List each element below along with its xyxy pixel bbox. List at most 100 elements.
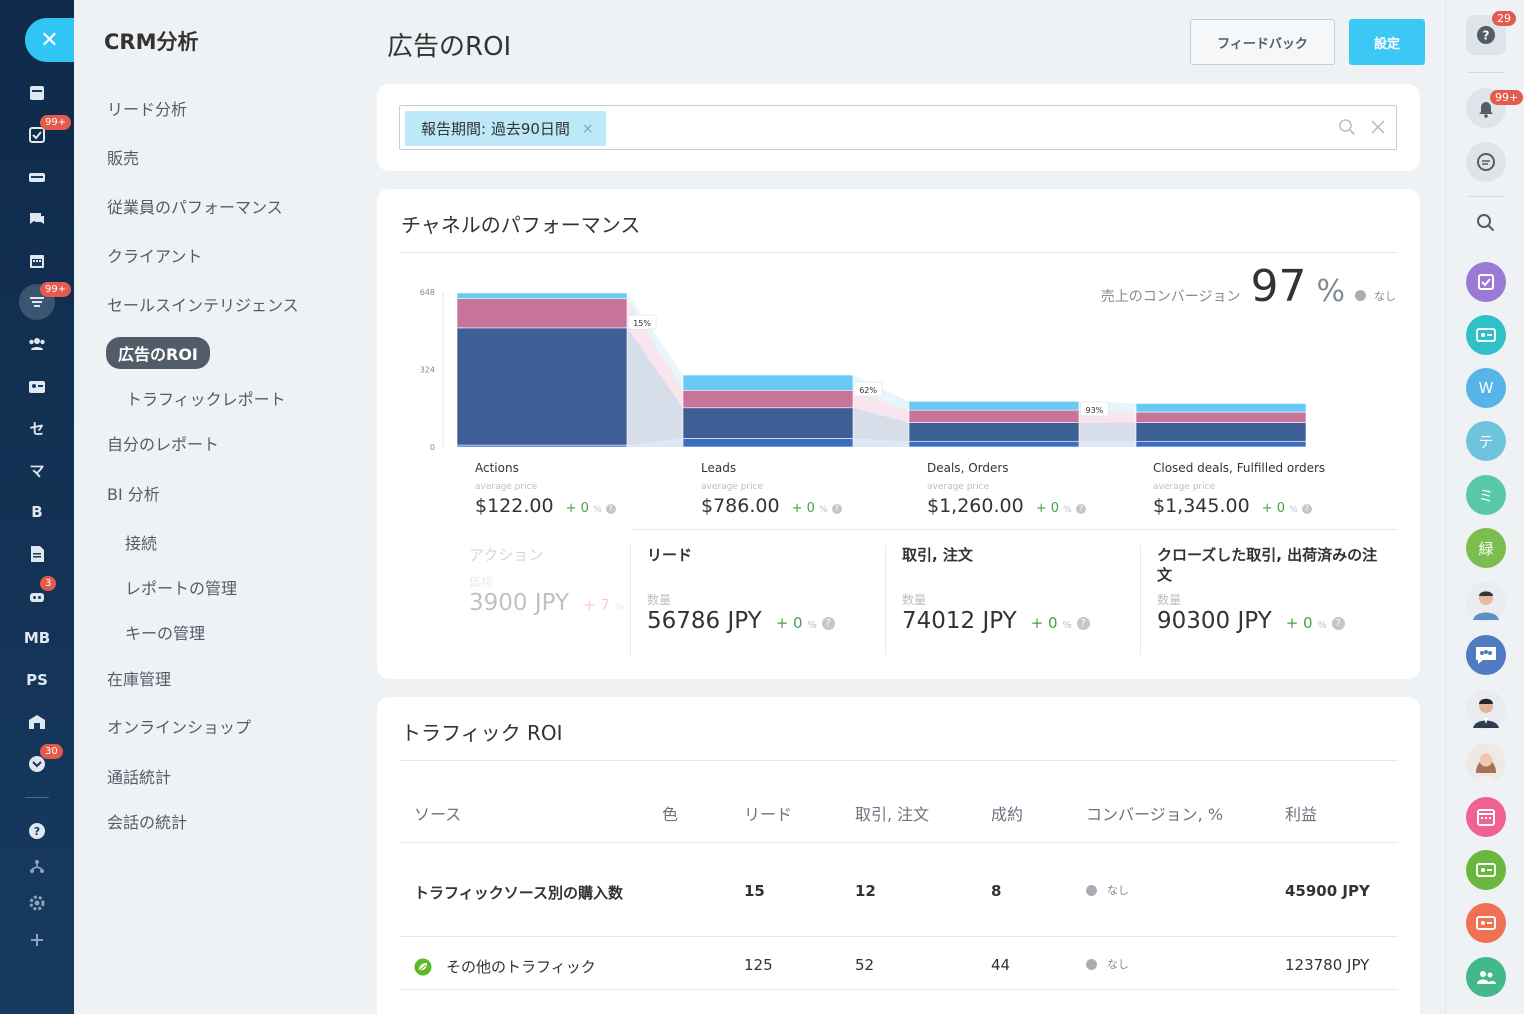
stage-price: $1,345.00: [1153, 495, 1250, 517]
rail-chat-group[interactable]: [1466, 635, 1506, 675]
stage-sub: average price: [1153, 482, 1216, 492]
group-chat-icon: [1476, 647, 1496, 664]
people-icon: [1477, 971, 1496, 984]
rail-item-contacts[interactable]: [0, 328, 74, 360]
help-icon[interactable]: ?: [831, 503, 842, 514]
plus-icon: [31, 934, 43, 946]
col-color[interactable]: 色: [662, 801, 678, 825]
rail-item-tasks[interactable]: 99+: [0, 115, 74, 151]
divider: [399, 842, 1398, 843]
rail-item-ps[interactable]: PS: [0, 664, 74, 696]
id-card-icon: [1476, 328, 1496, 342]
feedback-button[interactable]: フィードバック: [1190, 19, 1335, 65]
search-button[interactable]: [1466, 203, 1506, 243]
person-avatar-icon: [1466, 743, 1506, 783]
col-won[interactable]: 成約: [991, 801, 1023, 825]
rail-chat-midori[interactable]: 緑: [1466, 528, 1506, 568]
menu-item-clients[interactable]: クライアント: [107, 243, 202, 267]
close-menu-button[interactable]: ✕: [25, 18, 74, 62]
rail-item-mb[interactable]: MB: [0, 622, 74, 654]
col-leads[interactable]: リード: [744, 801, 792, 825]
help-icon[interactable]: ?: [1076, 617, 1090, 630]
col-profit[interactable]: 利益: [1285, 801, 1317, 825]
menu-item-inventory[interactable]: 在庫管理: [107, 666, 171, 690]
delta-unit: %: [1289, 505, 1298, 515]
rail-chat-card-green[interactable]: [1466, 850, 1506, 890]
rail-item-add[interactable]: [0, 924, 74, 956]
rail-chat-tasks[interactable]: [1466, 262, 1506, 302]
rail-item-feed[interactable]: [0, 77, 74, 109]
rail-item-ma[interactable]: マ: [0, 454, 74, 486]
col-source[interactable]: ソース: [414, 801, 461, 825]
filter-search-input[interactable]: 報告期間: 過去90日間 ×: [399, 105, 1397, 150]
rail-chat-calendar[interactable]: [1466, 797, 1506, 837]
rail-item-chat[interactable]: [0, 203, 74, 235]
page-title: 広告のROI: [387, 32, 512, 62]
delta-value: + 0: [1261, 501, 1285, 516]
rail-item-robot[interactable]: 3: [0, 576, 74, 612]
menu-item-lead-analysis[interactable]: リード分析: [107, 96, 187, 120]
menu-item-connections[interactable]: 接続: [125, 530, 157, 554]
rail-chat-w[interactable]: W: [1466, 368, 1506, 408]
help-icon[interactable]: ?: [605, 503, 616, 514]
notifications-button[interactable]: 99+: [1466, 88, 1524, 128]
help-icon[interactable]: ?: [1331, 617, 1345, 630]
clear-icon[interactable]: [1370, 118, 1386, 136]
rail-item-crm[interactable]: 99+: [0, 282, 74, 320]
avatar-user-1[interactable]: [1466, 582, 1506, 622]
kpi-delta: + 7 %: [583, 596, 624, 614]
rail-chat-people[interactable]: [1466, 957, 1506, 997]
funnel-bar-segment: [1135, 403, 1307, 413]
stage-leads: Leads average price $786.00 + 0 % ?: [701, 461, 901, 517]
settings-button[interactable]: 設定: [1349, 19, 1425, 65]
avatar-letter: W: [1478, 379, 1494, 397]
kpi-row: 90300 JPY + 0 % ?: [1157, 608, 1400, 634]
rail-divider: [25, 797, 49, 798]
help-button[interactable]: ? 29: [1466, 11, 1516, 55]
menu-item-conversation-stats[interactable]: 会話の統計: [107, 809, 187, 833]
rail-item-more[interactable]: 30: [0, 744, 74, 780]
row-won: 44: [991, 956, 1011, 974]
menu-item-sales[interactable]: 販売: [107, 145, 139, 169]
kpi-delta: + 0 % ?: [1286, 614, 1345, 632]
rail-item-se[interactable]: セ: [0, 412, 74, 444]
rail-chat-card[interactable]: [1466, 315, 1506, 355]
rail-item-inbox[interactable]: [0, 161, 74, 193]
menu-item-sales-intelligence[interactable]: セールスインテリジェンス: [107, 292, 299, 316]
help-icon[interactable]: ?: [1075, 503, 1086, 514]
menu-item-my-reports[interactable]: 自分のレポート: [107, 431, 219, 455]
rail-item-docs[interactable]: [0, 538, 74, 570]
menu-item-call-stats[interactable]: 通話統計: [107, 764, 171, 788]
menu-item-employee-performance[interactable]: 従業員のパフォーマンス: [107, 194, 283, 218]
rail-item-help[interactable]: ?: [0, 815, 74, 847]
open-channels-button[interactable]: [1466, 142, 1506, 182]
menu-item-bi-analytics[interactable]: BI 分析: [107, 481, 160, 505]
rail-chat-mi[interactable]: ミ: [1466, 475, 1506, 515]
menu-item-traffic-report[interactable]: トラフィックレポート: [126, 386, 286, 410]
menu-item-online-shop[interactable]: オンラインショップ: [107, 714, 251, 738]
filter-tag-period[interactable]: 報告期間: 過去90日間 ×: [405, 111, 606, 146]
menu-item-report-management[interactable]: レポートの管理: [125, 575, 237, 599]
stage-sub: average price: [701, 482, 764, 492]
col-deals[interactable]: 取引, 注文: [855, 801, 929, 825]
rail-item-card[interactable]: [0, 371, 74, 403]
delta-value: + 0: [565, 501, 589, 516]
menu-item-key-management[interactable]: キーの管理: [125, 620, 205, 644]
rail-chat-card-orange[interactable]: [1466, 903, 1506, 943]
calendar-icon: [1477, 809, 1495, 826]
search-icon[interactable]: [1338, 118, 1356, 136]
help-icon[interactable]: ?: [1301, 503, 1312, 514]
rail-item-structure[interactable]: [0, 851, 74, 883]
help-icon[interactable]: ?: [821, 617, 835, 630]
rail-item-store[interactable]: [0, 706, 74, 738]
col-conversion[interactable]: コンバージョン, %: [1086, 801, 1223, 825]
menu-item-ad-roi[interactable]: 広告のROI: [106, 337, 210, 369]
rail-item-b[interactable]: B: [0, 496, 74, 528]
remove-tag-icon[interactable]: ×: [582, 121, 594, 137]
rail-item-calendar[interactable]: [0, 245, 74, 277]
funnel-connector: [1079, 422, 1136, 442]
avatar-user-3[interactable]: [1466, 743, 1506, 783]
rail-item-settings[interactable]: [0, 887, 74, 919]
avatar-user-2[interactable]: [1466, 690, 1506, 730]
rail-chat-te[interactable]: テ: [1466, 421, 1506, 461]
